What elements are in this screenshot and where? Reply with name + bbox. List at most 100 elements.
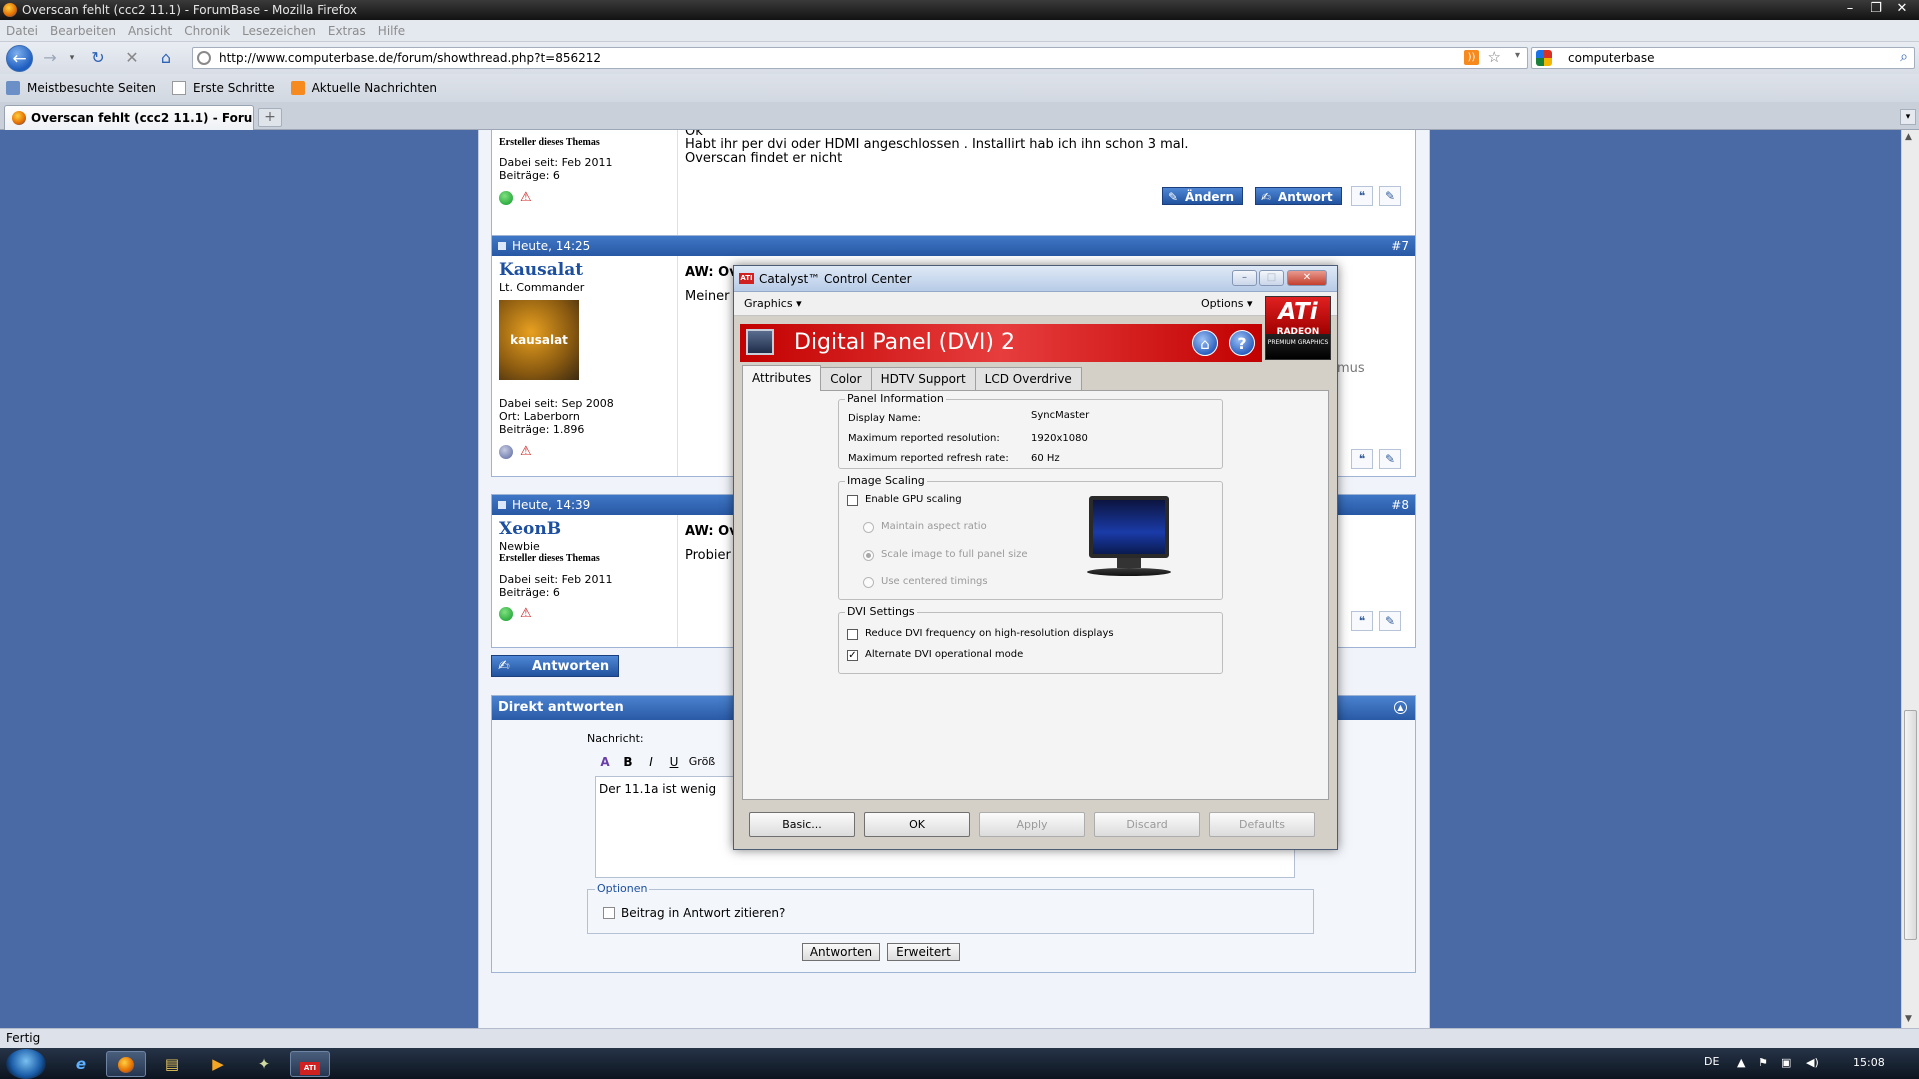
remove-format-icon[interactable]: A xyxy=(595,752,615,772)
home-icon[interactable]: ⌂ xyxy=(1192,330,1218,356)
username-link[interactable]: Kausalat xyxy=(499,260,583,280)
app-taskbar-icon[interactable]: ✦ xyxy=(244,1051,284,1077)
italic-button[interactable]: I xyxy=(641,752,661,772)
basic-button[interactable]: Basic... xyxy=(749,812,855,837)
defaults-button[interactable]: Defaults xyxy=(1209,812,1315,837)
taskbar-clock[interactable]: 15:08 xyxy=(1853,1056,1885,1069)
scroll-up-icon[interactable]: ▲ xyxy=(1905,132,1912,142)
reduce-dvi-frequency-label[interactable]: Reduce DVI frequency on high-resolution … xyxy=(865,628,1114,639)
quote-checkbox-label[interactable]: Beitrag in Antwort zitieren? xyxy=(621,906,785,920)
search-bar[interactable]: computerbase ⌕ xyxy=(1531,47,1915,69)
start-button[interactable] xyxy=(6,1049,46,1079)
page-scrollbar[interactable]: ▲ ▼ xyxy=(1901,130,1919,1028)
ok-button[interactable]: OK xyxy=(864,812,970,837)
reply-to-thread-button[interactable]: ✍ Antworten xyxy=(491,655,619,677)
quote-checkbox[interactable] xyxy=(603,907,615,919)
forward-button[interactable]: → xyxy=(40,48,60,68)
new-tab-button[interactable]: + xyxy=(258,108,282,127)
underline-button[interactable]: U xyxy=(664,752,684,772)
site-identity-icon[interactable] xyxy=(197,51,211,65)
menu-datei[interactable]: Datei xyxy=(6,24,38,38)
history-dropdown-icon[interactable]: ▾ xyxy=(62,48,82,68)
bookmark-latest-news[interactable]: Aktuelle Nachrichten xyxy=(290,81,437,95)
menu-hilfe[interactable]: Hilfe xyxy=(378,24,405,38)
multiquote-icon[interactable]: ✎ xyxy=(1379,186,1401,206)
media-player-icon[interactable]: ▶ xyxy=(198,1051,238,1077)
bookmark-most-visited[interactable]: Meistbesuchte Seiten xyxy=(6,81,156,95)
quote-post-icon[interactable]: ❝ xyxy=(1351,611,1373,631)
volume-icon[interactable]: ◀) xyxy=(1806,1056,1819,1069)
quote-post-icon[interactable]: ❝ xyxy=(1351,449,1373,469)
close-button[interactable]: ✕ xyxy=(1889,0,1915,20)
enable-gpu-scaling-label[interactable]: Enable GPU scaling xyxy=(865,494,962,505)
report-post-icon[interactable]: ⚠ xyxy=(520,191,534,204)
menu-ansicht[interactable]: Ansicht xyxy=(128,24,172,38)
maintain-aspect-radio[interactable] xyxy=(863,522,874,533)
maximize-button[interactable]: ❐ xyxy=(1863,0,1889,20)
reduce-dvi-frequency-checkbox[interactable] xyxy=(847,629,858,640)
explorer-folder-icon[interactable]: ▤ xyxy=(152,1051,192,1077)
network-icon[interactable]: ▣ xyxy=(1781,1056,1791,1069)
discard-button[interactable]: Discard xyxy=(1094,812,1200,837)
internet-explorer-icon[interactable]: e xyxy=(61,1051,101,1077)
scroll-down-icon[interactable]: ▼ xyxy=(1905,1014,1912,1024)
input-language[interactable]: DE xyxy=(1704,1055,1719,1068)
tab-color[interactable]: Color xyxy=(820,367,872,391)
report-post-icon[interactable]: ⚠ xyxy=(520,607,534,620)
search-icon[interactable]: ⌕ xyxy=(1900,49,1908,65)
centered-timings-radio[interactable] xyxy=(863,577,874,588)
submit-reply-button[interactable]: Antworten xyxy=(802,943,880,961)
ccc-close-button[interactable]: ✕ xyxy=(1287,270,1327,286)
tab-attributes[interactable]: Attributes xyxy=(742,365,822,391)
bookmark-getting-started[interactable]: Erste Schritte xyxy=(172,81,275,95)
ccc-maximize-button[interactable]: □ xyxy=(1259,270,1284,286)
scale-full-panel-label[interactable]: Scale image to full panel size xyxy=(881,549,1028,560)
reload-icon[interactable]: ↻ xyxy=(88,48,108,68)
google-search-engine-icon[interactable] xyxy=(1536,50,1552,66)
answer-post-button[interactable]: ✍ Antwort xyxy=(1255,187,1342,205)
multiquote-icon[interactable]: ✎ xyxy=(1379,449,1401,469)
enable-gpu-scaling-checkbox[interactable] xyxy=(847,495,858,506)
scale-full-panel-radio[interactable] xyxy=(863,550,874,561)
graphics-menu[interactable]: Graphics ▾ xyxy=(744,297,802,310)
action-center-flag-icon[interactable]: ⚑ xyxy=(1758,1056,1768,1069)
rss-feed-icon[interactable]: )) xyxy=(1464,50,1479,65)
url-text[interactable]: http://www.computerbase.de/forum/showthr… xyxy=(219,51,601,65)
stop-icon[interactable]: ✕ xyxy=(122,48,142,68)
username-link[interactable]: XeonB xyxy=(499,519,561,539)
back-button[interactable]: ← xyxy=(6,45,33,72)
tab-forumbase[interactable]: Overscan fehlt (ccc2 11.1) - ForumBase xyxy=(4,105,254,130)
post-number[interactable]: #7 xyxy=(1391,236,1409,256)
minimize-button[interactable]: – xyxy=(1837,0,1863,20)
home-icon[interactable]: ⌂ xyxy=(156,48,176,68)
search-input[interactable]: computerbase xyxy=(1568,51,1654,65)
url-dropdown-icon[interactable]: ▾ xyxy=(1515,50,1520,61)
show-hidden-icons[interactable]: ▲ xyxy=(1737,1056,1745,1069)
help-icon[interactable]: ? xyxy=(1229,330,1255,356)
options-menu[interactable]: Options ▾ xyxy=(1201,297,1252,310)
advanced-reply-button[interactable]: Erweitert xyxy=(887,943,960,961)
ccc-minimize-button[interactable]: – xyxy=(1232,270,1257,286)
maintain-aspect-label[interactable]: Maintain aspect ratio xyxy=(881,521,987,532)
centered-timings-label[interactable]: Use centered timings xyxy=(881,576,988,587)
report-post-icon[interactable]: ⚠ xyxy=(520,445,534,458)
edit-post-button[interactable]: ✎ Ändern xyxy=(1162,187,1244,205)
menu-extras[interactable]: Extras xyxy=(328,24,366,38)
scrollbar-thumb[interactable] xyxy=(1904,710,1917,940)
apply-button[interactable]: Apply xyxy=(979,812,1085,837)
multiquote-icon[interactable]: ✎ xyxy=(1379,611,1401,631)
alternate-dvi-mode-label[interactable]: Alternate DVI operational mode xyxy=(865,649,1023,660)
menu-bearbeiten[interactable]: Bearbeiten xyxy=(50,24,116,38)
tab-list-icon[interactable]: ▾ xyxy=(1900,109,1916,125)
url-bar[interactable]: http://www.computerbase.de/forum/showthr… xyxy=(192,47,1528,69)
menu-lesezeichen[interactable]: Lesezeichen xyxy=(242,24,316,38)
tab-hdtv-support[interactable]: HDTV Support xyxy=(870,367,976,391)
bookmark-star-icon[interactable]: ☆ xyxy=(1488,48,1501,66)
firefox-taskbar-icon[interactable] xyxy=(106,1051,146,1077)
alternate-dvi-mode-checkbox[interactable]: ✓ xyxy=(847,650,858,661)
tab-lcd-overdrive[interactable]: LCD Overdrive xyxy=(974,367,1082,391)
font-size-select[interactable]: Größ xyxy=(687,752,717,772)
catalyst-taskbar-icon[interactable]: ATI xyxy=(290,1051,330,1077)
collapse-icon[interactable]: ▲ xyxy=(1394,701,1407,714)
quote-post-icon[interactable]: ❝ xyxy=(1351,186,1373,206)
